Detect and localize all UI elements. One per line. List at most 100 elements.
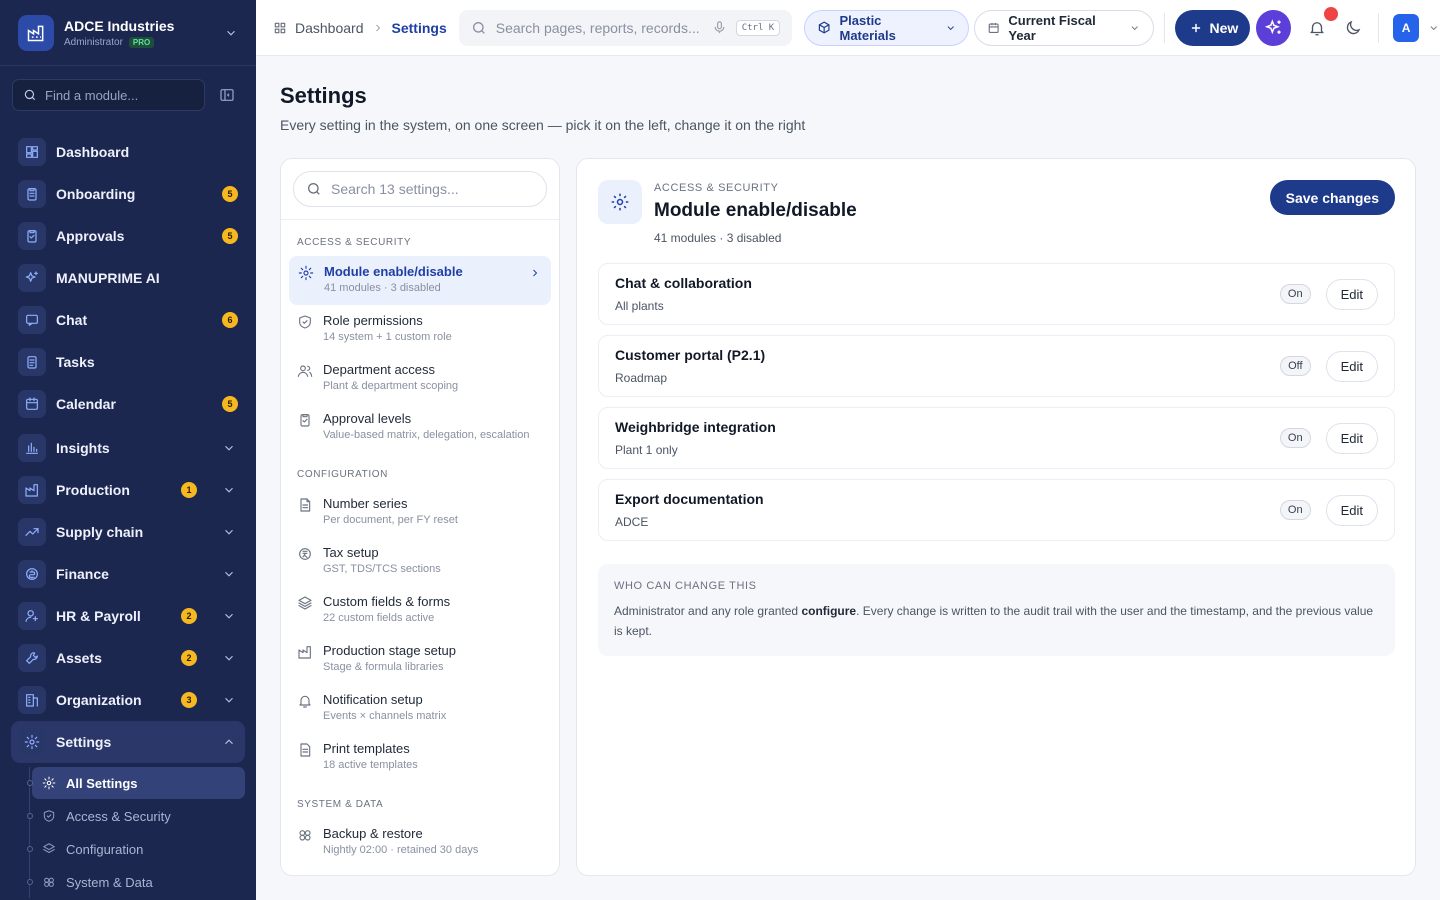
sidebar-item-insights[interactable]: Insights (0, 427, 256, 469)
sidebar-item-manuprime-ai[interactable]: MANUPRIME AI (0, 257, 256, 299)
edit-module-button[interactable]: Edit (1325, 350, 1378, 382)
sidebar-nav: Dashboard Onboarding 5 Approvals 5 MANUPRIME … (0, 111, 256, 898)
breadcrumb: Dashboard Settings (256, 20, 447, 36)
page-header: Settings Every setting in the system, on… (280, 83, 805, 133)
settings-search-input[interactable]: Search 13 settings... (293, 171, 547, 207)
edit-module-button[interactable]: Edit (1325, 494, 1378, 526)
module-state-badge[interactable]: On (1279, 500, 1311, 520)
module-row: Weighbridge integration Plant 1 only On … (598, 407, 1395, 469)
submenu-item-system-data[interactable]: System & Data (27, 866, 245, 898)
sidebar-item-finance[interactable]: Finance (0, 553, 256, 595)
settings-submenu: All Settings Access & Security Configura… (0, 767, 256, 898)
collapse-sidebar-icon[interactable] (219, 87, 235, 103)
module-list: Chat & collaboration All plants On Edit … (598, 263, 1395, 551)
module-state-badge[interactable]: On (1279, 284, 1311, 304)
sidebar-item-label: Insights (56, 440, 110, 456)
module-row: Chat & collaboration All plants On Edit (598, 263, 1395, 325)
setting-item-production-stage-setup[interactable]: Production stage setup Stage & formula l… (281, 635, 551, 684)
breadcrumb-dashboard[interactable]: Dashboard (295, 20, 364, 36)
save-changes-button[interactable]: Save changes (1269, 180, 1395, 215)
setting-item-backup-restore[interactable]: Backup & restore Nightly 02:00 · retaine… (281, 818, 551, 867)
sidebar-item-tasks[interactable]: Tasks (0, 341, 256, 383)
sidebar-item-approvals[interactable]: Approvals 5 (0, 215, 256, 257)
wrench-icon (18, 644, 46, 672)
company-switcher[interactable]: ADCE Industries Administrator PRO (0, 0, 256, 66)
stack-icon (297, 595, 313, 611)
settings-list-panel: Search 13 settings... ACCESS & SECURITY … (280, 158, 560, 876)
page-subtitle: Every setting in the system, on one scre… (280, 117, 806, 133)
setting-item-tax-setup[interactable]: Tax setup GST, TDS/TCS sections (281, 537, 551, 586)
sidebar-item-label: Finance (56, 566, 109, 582)
bell-icon (1310, 21, 1325, 35)
chevron-down-icon (222, 483, 236, 497)
sidebar-item-dashboard[interactable]: Dashboard (0, 131, 256, 173)
sidebar-item-calendar[interactable]: Calendar 5 (0, 383, 256, 425)
sidebar-item-label: HR & Payroll (56, 608, 141, 624)
user-role: Administrator (64, 36, 123, 48)
module-scope: ADCE (615, 515, 649, 529)
module-state-badge[interactable]: On (1279, 428, 1311, 448)
submenu-item-all-settings[interactable]: All Settings (27, 767, 245, 799)
gear-icon (598, 180, 642, 224)
find-module-input[interactable]: Find a module... (12, 79, 205, 111)
edit-module-button[interactable]: Edit (1325, 278, 1378, 310)
sidebar-item-chat[interactable]: Chat 6 (0, 299, 256, 341)
chevron-down-icon[interactable] (1428, 22, 1440, 34)
coin-icon (18, 560, 46, 588)
tax-icon (297, 546, 313, 562)
shield-icon (42, 809, 56, 823)
global-search-input[interactable]: Search pages, reports, records... Ctrl K (458, 9, 793, 46)
setting-item-custom-fields-forms[interactable]: Custom fields & forms 22 custom fields a… (281, 586, 551, 635)
module-name: Export documentation (615, 491, 764, 507)
count-badge: 3 (181, 692, 197, 708)
setting-item-audit-system-logs[interactable]: Audit & system logs (281, 867, 551, 875)
count-badge: 5 (222, 396, 238, 412)
ai-assistant-button[interactable] (1256, 9, 1291, 46)
submenu-item-configuration[interactable]: Configuration (27, 833, 245, 865)
chevron-right-icon (375, 24, 380, 31)
microphone-icon[interactable] (712, 20, 727, 35)
company-selector[interactable]: Plastic Materials (804, 9, 970, 46)
chevron-down-icon (222, 525, 236, 539)
setting-item-print-templates[interactable]: Print templates 18 active templates (281, 733, 551, 782)
setting-item-department-access[interactable]: Department access Plant & department sco… (281, 354, 551, 403)
count-badge: 1 (181, 482, 197, 498)
document-icon (297, 497, 313, 513)
who-text: Administrator and any role granted confi… (614, 604, 1374, 638)
chevron-up-icon (222, 735, 236, 749)
module-row: Export documentation ADCE On Edit (598, 479, 1395, 541)
printer-icon (297, 742, 313, 758)
sidebar-item-organization[interactable]: Organization 3 (0, 679, 256, 721)
module-scope: All plants (615, 299, 664, 313)
period-selector[interactable]: Current Fiscal Year (974, 9, 1154, 46)
edit-module-button[interactable]: Edit (1325, 422, 1378, 454)
sidebar-item-onboarding[interactable]: Onboarding 5 (0, 173, 256, 215)
notifications-button[interactable] (1305, 6, 1338, 41)
user-avatar[interactable]: A (1392, 13, 1420, 42)
sidebar-item-assets[interactable]: Assets 2 (0, 637, 256, 679)
trend-icon (18, 518, 46, 546)
sidebar-item-production[interactable]: Production 1 (0, 469, 256, 511)
who-can-change-box: WHO CAN CHANGE THIS Administrator and an… (598, 564, 1395, 656)
sidebar-item-supply-chain[interactable]: Supply chain (0, 511, 256, 553)
module-state-badge[interactable]: Off (1280, 356, 1311, 376)
module-row: Customer portal (P2.1) Roadmap Off Edit (598, 335, 1395, 397)
bell-icon (297, 693, 313, 709)
setting-item-role-permissions[interactable]: Role permissions 14 system + 1 custom ro… (281, 305, 551, 354)
setting-item-module-enable-disable[interactable]: Module enable/disable 41 modules · 3 dis… (289, 256, 551, 305)
settings-section-heading: ACCESS & SECURITY (297, 237, 412, 248)
sidebar-item-hr-payroll[interactable]: HR & Payroll 2 (0, 595, 256, 637)
box-icon (818, 21, 830, 34)
submenu-item-access-security[interactable]: Access & Security (27, 800, 245, 832)
new-button[interactable]: New (1174, 9, 1251, 46)
gear-icon (298, 265, 314, 281)
sidebar-item-label: Settings (56, 734, 112, 750)
chevron-down-icon (222, 441, 236, 455)
setting-item-approval-levels[interactable]: Approval levels Value-based matrix, dele… (281, 403, 551, 452)
setting-item-notification-setup[interactable]: Notification setup Events × channels mat… (281, 684, 551, 733)
theme-toggle[interactable] (1344, 19, 1362, 37)
count-badge: 5 (222, 186, 238, 202)
sidebar-item-settings[interactable]: Settings (11, 721, 245, 763)
factory-logo-icon (18, 14, 54, 51)
setting-item-number-series[interactable]: Number series Per document, per FY reset (281, 488, 551, 537)
